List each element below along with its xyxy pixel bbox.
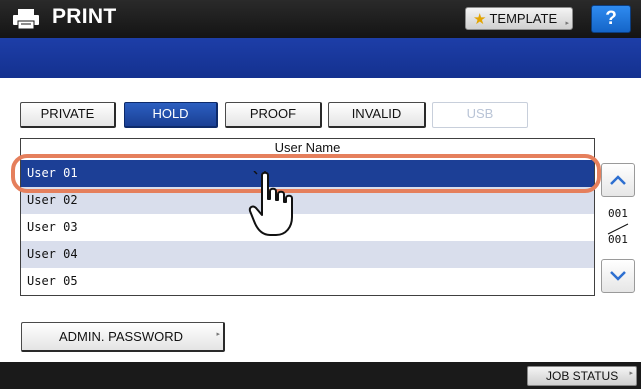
corner-arrow-icon: ▸: [216, 331, 220, 338]
page-title: PRINT: [52, 5, 117, 28]
job-status-label: JOB STATUS: [546, 369, 619, 383]
printer-icon: [13, 9, 39, 30]
admin-password-label: ADMIN. PASSWORD: [59, 329, 183, 344]
scroll-down-button[interactable]: [601, 259, 635, 293]
total-pages: 001: [608, 233, 628, 246]
chevron-down-icon: [610, 271, 626, 281]
list-item[interactable]: User 03: [21, 214, 594, 241]
tab-private[interactable]: PRIVATE: [20, 102, 116, 128]
bottom-bar: JOB STATUS ▸: [0, 362, 641, 389]
help-button[interactable]: ?: [591, 5, 631, 33]
scroll-up-button[interactable]: [601, 163, 635, 197]
star-icon: ★: [473, 10, 487, 28]
job-status-button[interactable]: JOB STATUS ▸: [527, 366, 637, 386]
hand-pointer-icon: [248, 171, 293, 236]
template-label: TEMPLATE: [489, 11, 558, 26]
list-item[interactable]: User 05: [21, 268, 594, 295]
info-band: [0, 38, 641, 78]
list-item[interactable]: User 04: [21, 241, 594, 268]
current-page: 001: [608, 207, 628, 220]
chevron-up-icon: [610, 175, 626, 185]
corner-arrow-icon: ▸: [629, 370, 633, 377]
title-bar: PRINT ★ TEMPLATE ▸ ?: [0, 0, 641, 38]
selection-highlight: [11, 154, 601, 193]
tab-invalid[interactable]: INVALID: [328, 102, 426, 128]
tab-usb: USB: [432, 102, 528, 128]
tab-hold[interactable]: HOLD: [124, 102, 218, 128]
admin-password-button[interactable]: ADMIN. PASSWORD ▸: [21, 322, 225, 352]
template-button[interactable]: ★ TEMPLATE ▸: [465, 7, 573, 30]
tab-proof[interactable]: PROOF: [225, 102, 322, 128]
corner-arrow-icon: ▸: [565, 20, 569, 27]
